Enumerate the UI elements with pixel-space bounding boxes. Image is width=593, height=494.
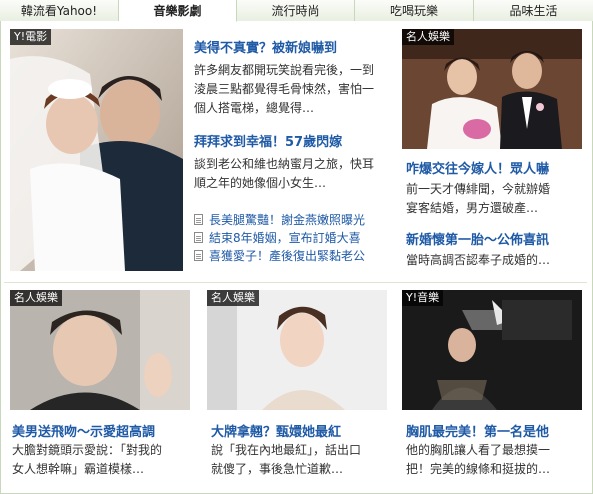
bottom-card-photo-2-art <box>207 290 387 410</box>
bottom-card-headline-1[interactable]: 美男送飛吻～示愛超高調 <box>12 421 192 440</box>
bottom-card-line: 說「我在內地最紅」，話出口 <box>211 443 362 457</box>
bottom-card-line: 大膽對鏡頭示愛說：「對我的 <box>12 443 163 457</box>
tab-fashion[interactable]: 流行時尚 <box>237 0 355 21</box>
right-top-headline[interactable]: 咋爆交往今嫁人！眾人嚇 <box>406 158 584 177</box>
bottom-card-badge-1: 名人娛樂 <box>10 290 62 306</box>
bottom-card-photo-1-art <box>10 290 190 410</box>
related-links: 長美腿驚豔！謝金燕嫩照曝光 結束8年婚姻，宣布訂婚大喜 喜獲愛子！產後復出緊黏老… <box>194 210 394 264</box>
feature-photo[interactable]: Y!電影 <box>10 29 183 271</box>
story2-line: 順之年的她像個小女生… <box>194 176 327 190</box>
bottom-card-line: 就傻了，事後急忙道歉… <box>211 462 344 476</box>
bottom-card-badge-3: Y!音樂 <box>402 290 444 306</box>
bottom-card-summary-3: 他的胸肌讓人看了最想摸一 把！完美的線條和挺拔的… <box>406 441 586 479</box>
section-divider <box>4 282 587 283</box>
bottom-card-photo-2[interactable]: 名人娛樂 <box>207 290 387 410</box>
story1-line: 淩晨三點都覺得毛骨悚然，害怕一 <box>194 82 375 96</box>
category-tabs: 韓流看Yahoo! 音樂影劇 流行時尚 吃喝玩樂 品味生活 <box>0 0 593 22</box>
related-link[interactable]: 結束8年婚姻，宣布訂婚大喜 <box>194 228 394 246</box>
bottom-card-badge-2: 名人娛樂 <box>207 290 259 306</box>
right-top-summary: 前一天才傳緋聞，今就辦婚 宴客結婚，男方還破產… <box>406 180 584 218</box>
bottom-card-photo-3[interactable]: Y!音樂 <box>402 290 582 410</box>
bottom-card-headline-2[interactable]: 大牌拿翹？甄嬛她最紅 <box>211 421 391 440</box>
right-top-summary2: 當時高調否認奉子成婚的… <box>406 251 584 270</box>
right-top-headline2[interactable]: 新婚懷第一胎～公佈喜訊 <box>406 229 584 248</box>
document-icon <box>194 231 203 243</box>
related-link-text: 喜獲愛子！產後復出緊黏老公 <box>209 248 366 263</box>
right-top-photo[interactable]: 名人娛樂 <box>402 29 582 149</box>
bottom-card-photo-3-art <box>402 290 582 410</box>
feature-photo-art <box>10 29 183 271</box>
feature-badge: Y!電影 <box>10 29 52 45</box>
bottom-card-line: 他的胸肌讓人看了最想摸一 <box>406 443 551 457</box>
bottom-card-line: 女人想幹嘛」霸道模樣… <box>12 462 145 476</box>
bottom-card-summary-1: 大膽對鏡頭示愛說：「對我的 女人想幹嘛」霸道模樣… <box>12 441 192 479</box>
document-icon <box>194 249 203 261</box>
document-icon <box>194 213 203 225</box>
right-top-line2: 當時高調否認奉子成婚的… <box>406 253 551 267</box>
tab-korean-wave[interactable]: 韓流看Yahoo! <box>0 0 119 21</box>
related-link[interactable]: 喜獲愛子！產後復出緊黏老公 <box>194 246 394 264</box>
right-top-line: 前一天才傳緋聞，今就辦婚 <box>406 182 551 196</box>
right-top-line: 宴客結婚，男方還破產… <box>406 201 539 215</box>
tab-music-film[interactable]: 音樂影劇 <box>119 0 237 22</box>
story1-summary: 許多網友都開玩笑說看完後，一到 淩晨三點都覺得毛骨悚然，害怕一 個人搭電梯，總覺… <box>194 61 394 118</box>
story2-headline[interactable]: 拜拜求到幸福！57歲閃嫁 <box>194 131 394 150</box>
bottom-card-summary-2: 說「我在內地最紅」，話出口 就傻了，事後急忙道歉… <box>211 441 391 479</box>
bottom-card-headline-3[interactable]: 胸肌最完美！第一名是他 <box>406 421 586 440</box>
right-top-photo-art <box>402 29 582 149</box>
tab-lifestyle[interactable]: 品味生活 <box>474 0 593 21</box>
story2-summary: 談到老公和維也納蜜月之旅，快耳 順之年的她像個小女生… <box>194 155 394 193</box>
story1-headline[interactable]: 美得不真實？被新娘嚇到 <box>194 37 394 56</box>
story1-line: 個人搭電梯，總覺得… <box>194 101 315 115</box>
bottom-card-line: 把！完美的線條和挺拔的… <box>406 462 551 476</box>
story2-line: 談到老公和維也納蜜月之旅，快耳 <box>194 157 375 171</box>
related-link-text: 結束8年婚姻，宣布訂婚大喜 <box>209 230 361 245</box>
related-link-text: 長美腿驚豔！謝金燕嫩照曝光 <box>209 212 366 227</box>
related-link[interactable]: 長美腿驚豔！謝金燕嫩照曝光 <box>194 210 394 228</box>
right-top-badge: 名人娛樂 <box>402 29 454 45</box>
story1-line: 許多網友都開玩笑說看完後，一到 <box>194 63 375 77</box>
bottom-card-photo-1[interactable]: 名人娛樂 <box>10 290 190 410</box>
tab-food-fun[interactable]: 吃喝玩樂 <box>355 0 474 21</box>
